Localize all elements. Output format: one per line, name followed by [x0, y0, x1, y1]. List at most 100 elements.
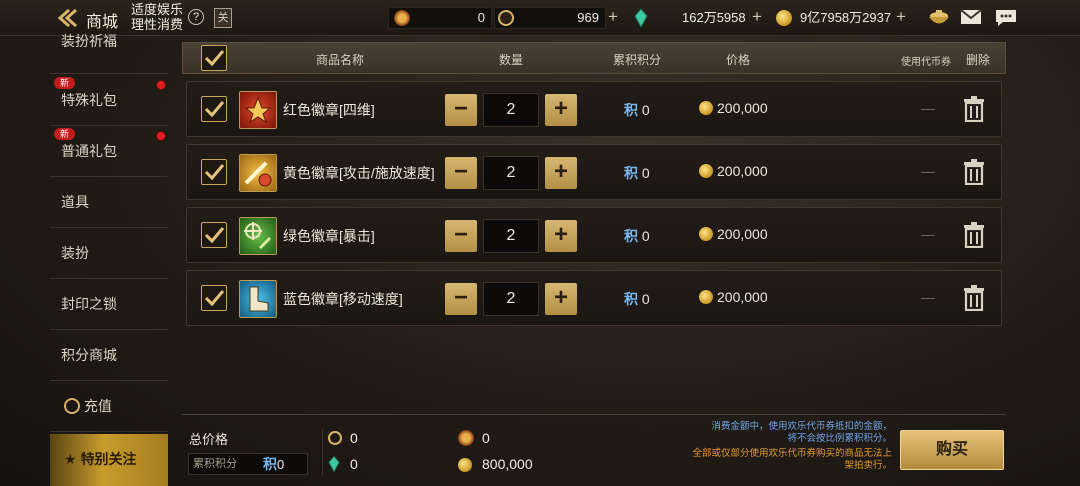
trash-icon[interactable] — [963, 222, 985, 249]
sidebar-item-label: 特别关注 — [80, 451, 137, 467]
book-icon[interactable]: 关 — [214, 8, 232, 28]
points-value: 0 — [641, 165, 650, 181]
quantity-input[interactable]: 2 — [483, 156, 539, 190]
points-icon: 积 — [624, 102, 638, 118]
sidebar-item-recharge[interactable]: 充值 — [50, 381, 168, 432]
checkmark-icon — [204, 101, 225, 118]
accumulated-points: 积0 — [263, 454, 284, 475]
treasure-pot-icon[interactable] — [926, 8, 952, 28]
total-gem: 0 — [350, 456, 358, 472]
new-badge: 新 — [54, 77, 76, 89]
sidebar-item-label: 普通礼包 — [61, 143, 117, 159]
decrease-quantity-button[interactable]: − — [445, 94, 477, 126]
item-price: 200,000 — [699, 289, 768, 305]
decrease-quantity-button[interactable]: − — [445, 220, 477, 252]
sidebar-item-seal-lock[interactable]: 封印之锁 — [50, 279, 168, 330]
checkmark-icon — [204, 164, 225, 181]
total-label: 总价格 — [189, 432, 229, 447]
red-coin-icon — [458, 430, 474, 446]
increase-quantity-button[interactable]: + — [545, 220, 577, 252]
increase-quantity-button[interactable]: + — [545, 283, 577, 315]
c-coin-icon — [328, 431, 342, 445]
blue-badge-icon — [239, 280, 277, 318]
table-row: 蓝色徽章[移动速度] − 2 + 积 0 200,000 — [186, 270, 1002, 326]
notice-line-1: 适度娱乐 — [131, 2, 184, 17]
notice-line: 将不会按比例累积积分。 — [787, 433, 892, 444]
trash-icon[interactable] — [963, 285, 985, 312]
sidebar-item-normal-pack[interactable]: 新 普通礼包 — [50, 126, 168, 177]
table-row: 绿色徽章[暴击] − 2 + 积 0 200,000 — [186, 207, 1002, 263]
decrease-quantity-button[interactable]: − — [445, 157, 477, 189]
new-badge: 新 — [54, 128, 76, 140]
item-points: 积 0 — [624, 100, 650, 120]
currency-value: 0 — [477, 10, 485, 25]
total-gold: 800,000 — [482, 456, 533, 472]
trash-icon[interactable] — [963, 159, 985, 186]
currency-gem-value: 162万5958 — [682, 10, 746, 25]
question-icon[interactable]: ? — [188, 9, 204, 25]
item-price: 200,000 — [699, 163, 768, 179]
header-quantity: 数量 — [499, 53, 524, 67]
yellow-badge-icon — [239, 154, 277, 192]
currency-value: 969 — [577, 10, 599, 25]
add-c-coin-button[interactable]: + — [608, 7, 618, 27]
quantity-input[interactable]: 2 — [483, 219, 539, 253]
decrease-quantity-button[interactable]: − — [445, 283, 477, 315]
item-name: 绿色徽章[暴击] — [283, 228, 375, 244]
divider — [322, 429, 323, 475]
buy-button[interactable]: 购买 — [900, 430, 1004, 470]
sidebar-item-costume[interactable]: 装扮 — [50, 228, 168, 279]
checkmark-icon — [204, 290, 225, 307]
row-checkbox[interactable] — [201, 285, 227, 311]
red-coin-icon — [394, 10, 410, 26]
chat-icon[interactable] — [994, 8, 1018, 28]
sidebar-item-special-focus[interactable]: ★ 特别关注 — [50, 434, 168, 486]
select-all-checkbox[interactable] — [201, 45, 227, 71]
header-points: 累积积分 — [613, 53, 662, 67]
checkmark-icon — [204, 227, 225, 244]
sidebar-item-label: 特殊礼包 — [61, 92, 117, 108]
gold-coin-icon — [699, 164, 713, 178]
quantity-input[interactable]: 2 — [483, 93, 539, 127]
header-delete: 删除 — [966, 53, 991, 67]
checkmark-icon — [204, 50, 225, 67]
green-gem-icon — [634, 8, 648, 29]
add-gem-button[interactable]: + — [752, 7, 762, 27]
sidebar-item-special-pack[interactable]: 新 特殊礼包 — [50, 75, 168, 126]
c-coin-icon — [498, 10, 514, 26]
accumulated-points-label: 累积积分 — [193, 458, 237, 470]
points-value: 0 — [641, 102, 650, 118]
sidebar-item-items[interactable]: 道具 — [50, 177, 168, 228]
currency-c-coin: 969 — [494, 7, 606, 29]
cart-table-header: 商品名称 数量 累积积分 价格 使用代币券 删除 — [182, 42, 1006, 74]
row-checkbox[interactable] — [201, 159, 227, 185]
points-icon: 积 — [624, 165, 638, 181]
item-points: 积 0 — [624, 226, 650, 246]
points-value: 0 — [641, 228, 650, 244]
price-value: 200,000 — [717, 226, 768, 242]
row-checkbox[interactable] — [201, 96, 227, 122]
trash-icon[interactable] — [963, 96, 985, 123]
increase-quantity-button[interactable]: + — [545, 94, 577, 126]
points-icon: 积 — [263, 456, 277, 472]
mail-icon[interactable] — [960, 8, 982, 28]
item-price: 200,000 — [699, 226, 768, 242]
red-badge-icon — [239, 91, 277, 129]
voucher-none — [921, 172, 935, 173]
c-coin-icon — [64, 398, 80, 414]
header-price: 价格 — [726, 53, 751, 67]
row-checkbox[interactable] — [201, 222, 227, 248]
sidebar-item-costume-blessing[interactable]: 装扮祈福 — [50, 26, 168, 74]
increase-quantity-button[interactable]: + — [545, 157, 577, 189]
add-gold-button[interactable]: + — [896, 7, 906, 27]
sidebar-item-label: 道具 — [61, 194, 89, 210]
sidebar-item-points-shop[interactable]: 积分商城 — [50, 330, 168, 381]
currency-red-coin: 0 — [388, 7, 492, 29]
item-name: 黄色徽章[攻击/施放速度] — [283, 165, 435, 181]
price-value: 200,000 — [717, 100, 768, 116]
points-icon: 积 — [624, 291, 638, 307]
header-name: 商品名称 — [316, 53, 365, 67]
table-row: 黄色徽章[攻击/施放速度] − 2 + 积 0 200,000 — [186, 144, 1002, 200]
quantity-input[interactable]: 2 — [483, 282, 539, 316]
points-value: 0 — [641, 291, 650, 307]
